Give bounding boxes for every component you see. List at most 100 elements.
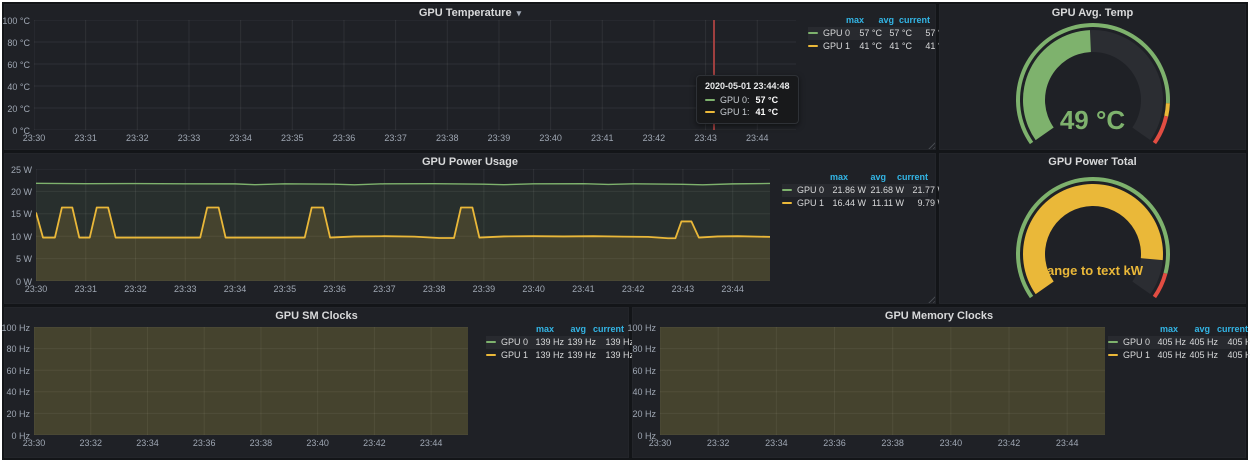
y-axis-tick-label: 20 W <box>0 187 32 197</box>
legend-series-row[interactable]: GPU 1405 Hz405 Hz405 Hz <box>1108 349 1248 362</box>
x-axis-tick-label: 23:38 <box>245 438 277 448</box>
x-axis-tick-label: 23:37 <box>380 133 412 143</box>
x-axis-tick-label: 23:42 <box>638 133 670 143</box>
x-axis-tick-label: 23:31 <box>70 133 102 143</box>
temperature-chart-plot[interactable] <box>34 20 796 130</box>
x-axis-tick-label: 23:44 <box>741 133 773 143</box>
legend-gpu-sm-clocks: maxavgcurrentGPU 0139 Hz139 Hz139 HzGPU … <box>486 323 624 362</box>
series-color-swatch <box>705 111 715 113</box>
panel-resize-handle[interactable] <box>926 140 935 149</box>
legend-series-row[interactable]: GPU 0139 Hz139 Hz139 Hz <box>486 336 624 349</box>
y-axis-tick-label: 20 Hz <box>0 409 30 419</box>
legend-series-row[interactable]: GPU 1139 Hz139 Hz139 Hz <box>486 349 624 362</box>
legend-series-row[interactable]: GPU 0405 Hz405 Hz405 Hz <box>1108 336 1248 349</box>
y-axis-tick-label: 40 °C <box>0 82 30 92</box>
x-axis-tick-label: 23:34 <box>760 438 792 448</box>
page: { "colors": { "green": "#7eb26d", "yello… <box>0 0 1250 462</box>
legend-series-row[interactable]: GPU 116.44 W11.11 W9.79 W <box>782 197 928 210</box>
legend-series-row[interactable]: GPU 021.86 W21.68 W21.77 W <box>782 184 928 197</box>
memory-clocks-chart-plot[interactable] <box>660 327 1105 435</box>
y-axis-tick-label: 15 W <box>0 209 32 219</box>
legend-gpu-memory-clocks: maxavgcurrentGPU 0405 Hz405 Hz405 HzGPU … <box>1108 323 1248 362</box>
y-axis-tick-label: 100 °C <box>0 16 30 26</box>
y-axis-tick-label: 20 Hz <box>624 409 656 419</box>
power-total-gauge <box>939 153 1246 304</box>
panel-gpu-power-total: GPU Power Total range to text kW <box>939 153 1246 304</box>
panel-title-gpu-power-usage[interactable]: GPU Power Usage <box>4 155 936 169</box>
grafana-dashboard: GPU Temperature▾ 2020-05-01 23:44:48 GPU… <box>2 2 1248 460</box>
legend-header-row: maxavgcurrent <box>1108 323 1248 336</box>
panel-gpu-sm-clocks: GPU SM Clocks maxavgcurrentGPU 0139 Hz13… <box>4 307 629 458</box>
series-color-swatch <box>1108 354 1118 356</box>
legend-series-row[interactable]: GPU 057 °C57 °C57 °C <box>808 27 930 40</box>
x-axis-tick-label: 23:43 <box>667 284 699 294</box>
panel-title-text: GPU Temperature <box>419 7 512 19</box>
panel-gpu-power-usage: GPU Power Usage maxavgcurrentGPU 021.86 … <box>4 153 936 304</box>
legend-header-row: maxavgcurrent <box>782 171 928 184</box>
power-chart-plot[interactable] <box>36 169 770 281</box>
x-axis-tick-label: 23:32 <box>120 284 152 294</box>
tooltip-timestamp: 2020-05-01 23:44:48 <box>705 81 790 91</box>
sm-clocks-chart-plot[interactable] <box>34 327 468 435</box>
chart-canvas <box>34 327 468 435</box>
x-axis-tick-label: 23:40 <box>535 133 567 143</box>
x-axis-tick-label: 23:34 <box>225 133 257 143</box>
series-color-swatch <box>486 354 496 356</box>
panel-title-gpu-temperature[interactable]: GPU Temperature▾ <box>4 6 936 20</box>
series-color-swatch <box>808 32 818 34</box>
legend-header-row: maxavgcurrent <box>486 323 624 336</box>
x-axis-tick-label: 23:39 <box>468 284 500 294</box>
tooltip-row-gpu0: GPU 0:57 °C <box>705 94 790 106</box>
y-axis-tick-label: 60 Hz <box>0 366 30 376</box>
series-color-swatch <box>782 202 792 204</box>
chart-canvas <box>36 169 770 281</box>
x-axis-tick-label: 23:35 <box>276 133 308 143</box>
x-axis-tick-label: 23:30 <box>18 438 50 448</box>
x-axis-tick-label: 23:36 <box>328 133 360 143</box>
series-color-swatch <box>705 99 715 101</box>
y-axis-tick-label: 60 °C <box>0 60 30 70</box>
x-axis-tick-label: 23:44 <box>1051 438 1083 448</box>
chart-tooltip: 2020-05-01 23:44:48 GPU 0:57 °C GPU 1:41… <box>696 75 799 124</box>
x-axis-tick-label: 23:41 <box>567 284 599 294</box>
x-axis-tick-label: 23:40 <box>518 284 550 294</box>
series-color-swatch <box>782 189 792 191</box>
x-axis-tick-label: 23:34 <box>131 438 163 448</box>
x-axis-tick-label: 23:38 <box>877 438 909 448</box>
x-axis-tick-label: 23:43 <box>690 133 722 143</box>
legend-gpu-power-usage: maxavgcurrentGPU 021.86 W21.68 W21.77 WG… <box>782 171 928 210</box>
y-axis-tick-label: 40 Hz <box>0 387 30 397</box>
x-axis-tick-label: 23:31 <box>70 284 102 294</box>
series-color-swatch <box>486 341 496 343</box>
panel-resize-handle[interactable] <box>926 294 935 303</box>
panel-gpu-memory-clocks: GPU Memory Clocks maxavgcurrentGPU 0405 … <box>632 307 1246 458</box>
gauge-value-text: range to text kW <box>939 263 1246 278</box>
legend-gpu-temperature: maxavgcurrentGPU 057 °C57 °C57 °CGPU 141… <box>808 14 930 53</box>
y-axis-tick-label: 40 Hz <box>624 387 656 397</box>
x-axis-tick-label: 23:36 <box>188 438 220 448</box>
x-axis-tick-label: 23:36 <box>819 438 851 448</box>
y-axis-tick-label: 100 Hz <box>624 323 656 333</box>
series-color-swatch <box>808 45 818 47</box>
y-axis-tick-label: 80 °C <box>0 38 30 48</box>
y-axis-tick-label: 10 W <box>0 232 32 242</box>
x-axis-tick-label: 23:30 <box>644 438 676 448</box>
chart-canvas <box>34 20 796 130</box>
gauge-value-text: 49 °C <box>939 105 1246 136</box>
legend-series-row[interactable]: GPU 141 °C41 °C41 °C <box>808 40 930 53</box>
chart-canvas <box>660 327 1105 435</box>
x-axis-tick-label: 23:30 <box>20 284 52 294</box>
tooltip-row-gpu1: GPU 1:41 °C <box>705 106 790 118</box>
x-axis-tick-label: 23:44 <box>415 438 447 448</box>
x-axis-tick-label: 23:30 <box>18 133 50 143</box>
series-color-swatch <box>1108 341 1118 343</box>
gauge-canvas <box>939 153 1246 304</box>
x-axis-tick-label: 23:32 <box>75 438 107 448</box>
panel-gpu-avg-temp: GPU Avg. Temp 49 °C <box>939 4 1246 150</box>
legend-header-row: maxavgcurrent <box>808 14 930 27</box>
y-axis-tick-label: 80 Hz <box>0 344 30 354</box>
y-axis-tick-label: 20 °C <box>0 104 30 114</box>
x-axis-tick-label: 23:36 <box>319 284 351 294</box>
panel-title-gpu-sm-clocks[interactable]: GPU SM Clocks <box>4 309 629 323</box>
panel-title-gpu-memory-clocks[interactable]: GPU Memory Clocks <box>632 309 1246 323</box>
